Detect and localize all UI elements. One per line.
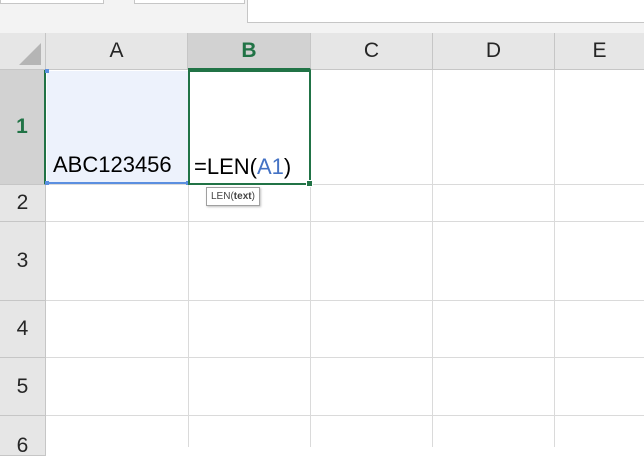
formula-reference: A1 [256,154,284,179]
column-header-b[interactable]: B [188,33,311,70]
function-tooltip[interactable]: LEN(text) [206,187,260,206]
column-header-e[interactable]: E [555,33,644,70]
gridline [554,70,555,447]
row-header-3[interactable]: 3 [0,222,46,301]
row-header-1[interactable]: 1 [0,70,46,185]
tooltip-function: LEN( [211,191,234,202]
column-header-d[interactable]: D [433,33,555,70]
row-header-4[interactable]: 4 [0,301,46,358]
cell-a1-value: ABC123456 [53,152,172,177]
range-handle-icon[interactable] [45,69,49,73]
formula-close: ) [283,154,292,179]
row-header-5[interactable]: 5 [0,358,46,416]
fill-handle[interactable] [306,180,313,187]
range-handle-icon[interactable] [45,181,49,185]
formula-function: =LEN( [194,154,257,179]
name-box[interactable] [0,0,104,4]
cell-b1[interactable]: =LEN(A1) [188,70,313,187]
cell-a1[interactable]: ABC123456 [45,69,190,185]
gridline [432,70,433,447]
formula-bar-input[interactable] [247,0,644,23]
cell-b1-formula[interactable]: =LEN(A1) [194,154,291,180]
tooltip-close: ) [251,191,255,202]
row-header-2[interactable]: 2 [0,185,46,222]
formula-controls[interactable] [134,0,245,4]
column-header-a[interactable]: A [46,33,188,70]
tooltip-argument[interactable]: text [234,191,252,202]
select-all-triangle-icon [19,43,41,65]
select-all-button[interactable] [0,33,46,70]
row-header-6[interactable]: 6 [0,416,46,457]
column-header-c[interactable]: C [311,33,433,70]
